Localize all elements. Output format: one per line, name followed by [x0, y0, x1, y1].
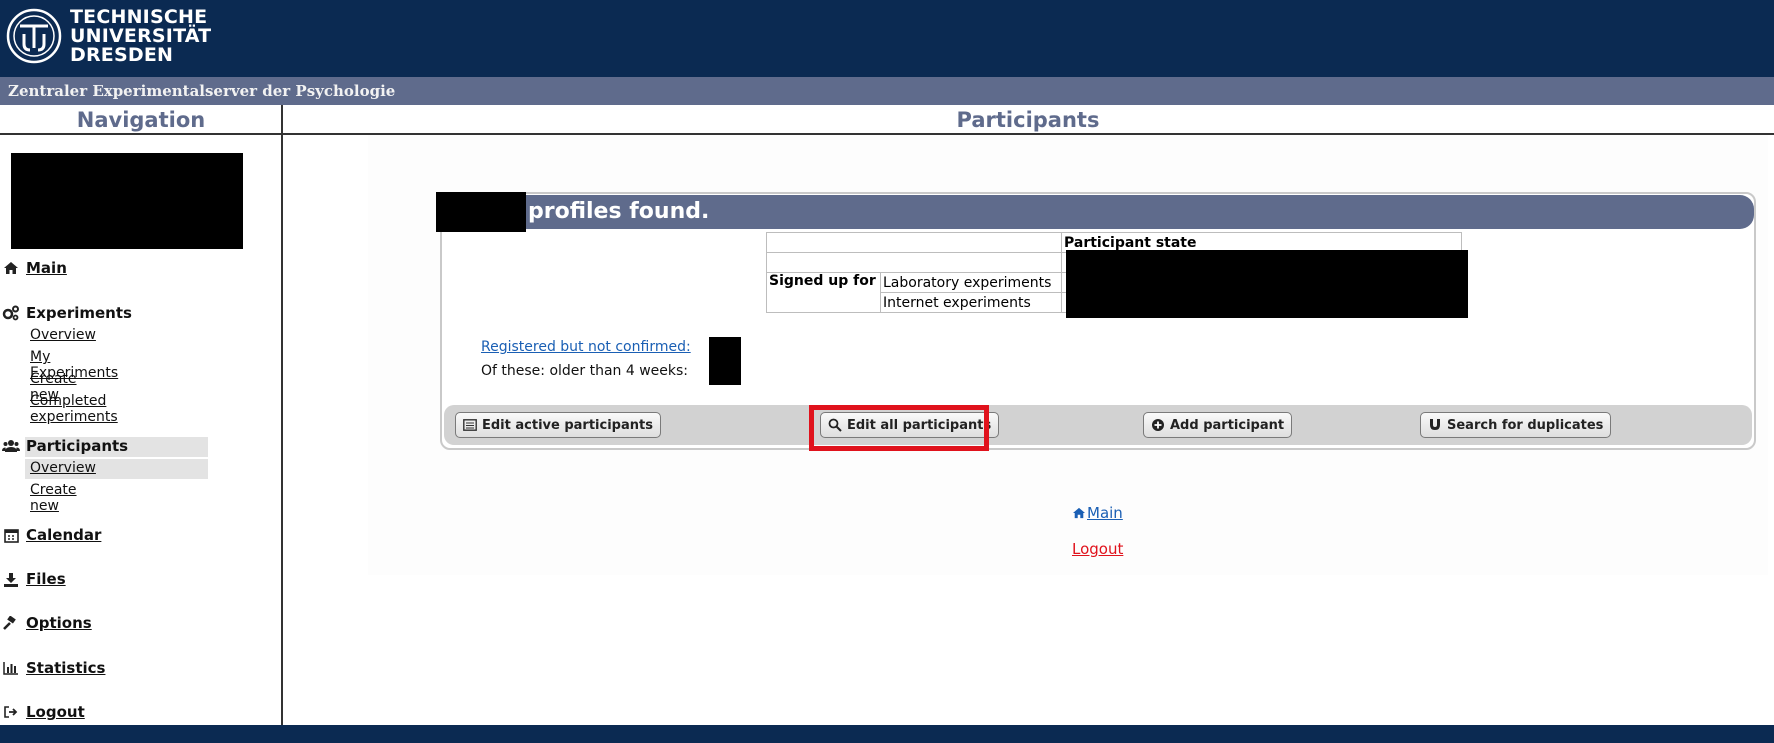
- subtitle-bar: Zentraler Experimentalserver der Psychol…: [0, 77, 1774, 105]
- search-for-duplicates-button[interactable]: Search for duplicates: [1420, 412, 1612, 438]
- site-header: TECHNISCHE UNIVERSITÄT DRESDEN: [0, 0, 1774, 77]
- registered-not-confirmed-link[interactable]: Registered but not confirmed:: [481, 339, 691, 355]
- nav-heading-participants: Participants: [26, 437, 129, 455]
- nav-item-main[interactable]: Main: [2, 259, 67, 277]
- logo-line-3: DRESDEN: [70, 44, 174, 66]
- highlight-annotation-box: [809, 405, 989, 451]
- nav-item-calendar[interactable]: Calendar: [2, 526, 101, 544]
- navigation-heading-cell: Navigation: [0, 105, 282, 135]
- nav-link-main[interactable]: Main: [26, 259, 67, 277]
- search-for-duplicates-label: Search for duplicates: [1447, 417, 1604, 433]
- column-divider: [281, 105, 283, 725]
- gears-icon: [2, 305, 20, 321]
- internet-experiments-label: Internet experiments: [880, 292, 1062, 313]
- footer-main-link[interactable]: Main: [1072, 504, 1123, 522]
- download-icon: [2, 571, 20, 587]
- home-icon: [1072, 507, 1086, 519]
- footer-logout-link[interactable]: Logout: [1072, 540, 1123, 558]
- navigation-heading: Navigation: [76, 108, 206, 132]
- add-participant-label: Add participant: [1170, 417, 1285, 433]
- signed-up-for-label: Signed up for: [766, 272, 881, 313]
- nav-link-files[interactable]: Files: [26, 570, 66, 588]
- page-title: Participants: [956, 108, 1100, 132]
- laboratory-experiments-label: Laboratory experiments: [880, 272, 1062, 293]
- redacted-profile-count: [436, 192, 526, 232]
- list-icon: [463, 419, 477, 431]
- nav-item-options[interactable]: Options: [2, 614, 92, 632]
- plus-circle-icon: [1151, 418, 1165, 432]
- nav-link-completed-experiments[interactable]: Completed experiments: [30, 393, 118, 425]
- nav-item-statistics[interactable]: Statistics: [2, 659, 105, 677]
- profiles-found-label: profiles found.: [528, 199, 710, 224]
- nav-link-participants-overview[interactable]: Overview: [30, 460, 96, 476]
- profiles-found-title-bar: profiles found.: [436, 192, 1754, 232]
- nav-link-options[interactable]: Options: [26, 614, 92, 632]
- site-subtitle: Zentraler Experimentalserver der Psychol…: [8, 82, 396, 100]
- nav-link-logout[interactable]: Logout: [26, 703, 85, 721]
- redacted-participant-state-values: [1066, 250, 1468, 318]
- add-participant-button[interactable]: Add participant: [1143, 412, 1293, 438]
- bar-chart-icon: [2, 660, 20, 676]
- nav-link-statistics[interactable]: Statistics: [26, 659, 105, 677]
- nav-link-calendar[interactable]: Calendar: [26, 526, 101, 544]
- home-icon: [2, 260, 20, 276]
- older-than-4-weeks-label: Of these: older than 4 weeks:: [481, 363, 689, 379]
- redacted-unconfirmed-counts: [709, 337, 741, 385]
- nav-heading-experiments: Experiments: [26, 304, 132, 322]
- nav-item-participants: Participants: [2, 437, 128, 455]
- redacted-user-info: [11, 153, 243, 249]
- tu-dresden-logo[interactable]: TECHNISCHE UNIVERSITÄT DRESDEN: [6, 8, 211, 65]
- users-icon: [2, 438, 20, 454]
- footer-bar: [0, 725, 1774, 743]
- page-title-cell: Participants: [282, 105, 1774, 135]
- sign-out-icon: [2, 704, 20, 720]
- tu-dresden-logo-icon: [6, 8, 62, 64]
- edit-active-participants-label: Edit active participants: [482, 417, 653, 433]
- nav-item-files[interactable]: Files: [2, 570, 66, 588]
- nav-item-logout[interactable]: Logout: [2, 703, 85, 721]
- nav-link-participants-create[interactable]: Create new: [30, 482, 77, 514]
- magnet-icon: [1428, 418, 1442, 432]
- footer-main-label: Main: [1087, 504, 1123, 522]
- nav-item-experiments: Experiments: [2, 304, 132, 322]
- calendar-icon: [2, 527, 20, 543]
- gavel-icon: [2, 615, 20, 631]
- edit-active-participants-button[interactable]: Edit active participants: [455, 412, 661, 438]
- nav-link-experiments-overview[interactable]: Overview: [30, 327, 96, 343]
